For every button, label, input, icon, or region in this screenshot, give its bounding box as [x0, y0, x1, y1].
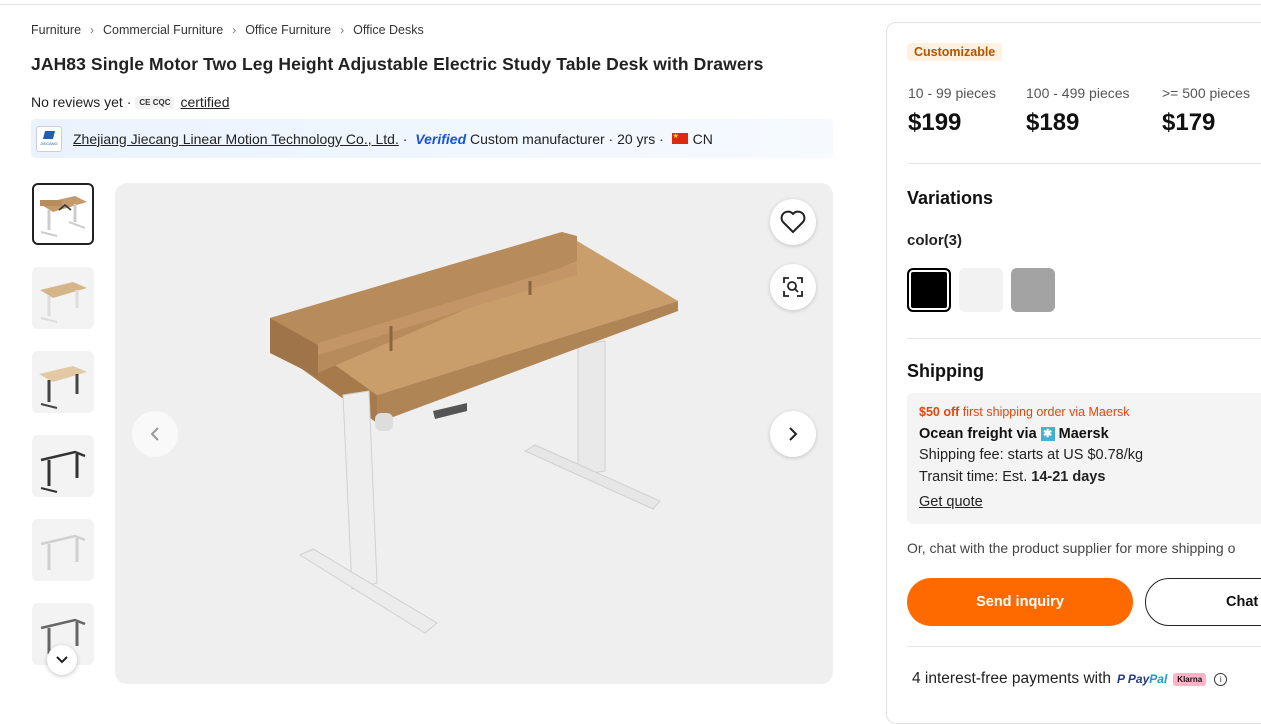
chat-button[interactable]: Chat: [1145, 578, 1261, 626]
breadcrumb-item[interactable]: Commercial Furniture: [103, 23, 223, 37]
product-title: JAH83 Single Motor Two Leg Height Adjust…: [31, 54, 764, 74]
divider: [907, 338, 1261, 339]
verified-badge: Verified: [415, 130, 467, 147]
breadcrumb-item[interactable]: Office Furniture: [245, 23, 331, 37]
china-flag-icon: [671, 132, 688, 144]
certification-icon: CE CQC: [135, 95, 175, 109]
chevron-right-icon: ›: [232, 23, 237, 37]
payments-text: 4 interest-free payments with: [912, 670, 1112, 687]
tier-quantity: >= 500 pieces: [1162, 85, 1250, 101]
transit-time: Transit time: Est. 14-21 days: [919, 469, 1106, 485]
image-search-icon: [783, 277, 803, 297]
breadcrumb-item[interactable]: Furniture: [31, 23, 81, 37]
chevron-right-icon: ›: [340, 23, 345, 37]
color-swatch-grey[interactable]: [1011, 268, 1055, 312]
supplier-logo[interactable]: JIECANG: [36, 125, 62, 152]
chevron-right-icon: [789, 427, 798, 441]
shipping-fee: Shipping fee: starts at US $0.78/kg: [919, 447, 1144, 463]
next-image-button[interactable]: [770, 411, 816, 457]
separator: ·: [398, 130, 412, 147]
shipping-method: Ocean freight via ✱ Maersk: [919, 426, 1109, 442]
tier-price: $199: [908, 109, 962, 136]
breadcrumb-item[interactable]: Office Desks: [353, 23, 424, 37]
desk-thumbnail-icon: [40, 282, 87, 323]
image-search-button[interactable]: [770, 264, 816, 310]
payments-row: 4 interest-free payments with P PayPal K…: [912, 670, 1228, 688]
klarna-logo-icon: Klarna: [1173, 672, 1207, 686]
desk-thumbnail-icon: [40, 196, 87, 237]
reviews-text: No reviews yet ·: [31, 94, 132, 110]
info-icon[interactable]: i: [1214, 672, 1228, 686]
maersk-star-icon: ✱: [1040, 427, 1055, 441]
shipping-promo: $50 off first shipping order via Maersk: [919, 405, 1130, 419]
color-label: color(3): [907, 232, 963, 249]
gallery-thumbnail[interactable]: [32, 519, 94, 581]
customizable-badge: Customizable: [907, 43, 1003, 61]
tier-price: $189: [1026, 109, 1080, 136]
tier-price: $179: [1162, 109, 1216, 136]
standing-desk-image: [270, 232, 678, 634]
get-quote-link[interactable]: Get quote: [919, 494, 983, 510]
paypal-logo-icon: P PayPal: [1117, 672, 1168, 686]
price-tier: >= 500 pieces $179: [1162, 85, 1250, 137]
color-swatch-white[interactable]: [959, 268, 1003, 312]
gallery-thumbnail[interactable]: [32, 435, 94, 497]
previous-image-button[interactable]: [132, 411, 178, 457]
thumbnails-scroll-down-button[interactable]: [47, 645, 77, 675]
variations-title: Variations: [907, 188, 994, 208]
shipping-title: Shipping: [907, 361, 984, 381]
desk-frame-thumbnail-icon: [40, 450, 86, 493]
chat-note: Or, chat with the product supplier for m…: [907, 540, 1236, 556]
chevron-down-icon: [56, 656, 68, 664]
gallery-thumbnail[interactable]: [32, 267, 94, 329]
top-divider: [0, 4, 1261, 5]
main-product-image[interactable]: [115, 183, 833, 684]
chevron-left-icon: [150, 427, 159, 441]
supplier-type: Custom manufacturer · 20 yrs ·: [466, 130, 668, 147]
favorite-button[interactable]: [770, 199, 816, 245]
heart-icon: [780, 210, 806, 233]
color-swatch-black[interactable]: [907, 268, 951, 312]
supplier-name-link[interactable]: Zhejiang Jiecang Linear Motion Technolog…: [73, 131, 399, 147]
tier-quantity: 100 - 499 pieces: [1026, 85, 1130, 101]
certified-link[interactable]: certified: [180, 94, 229, 110]
reviews-row: No reviews yet · CE CQC certified: [31, 94, 230, 110]
supplier-country: CN: [692, 130, 713, 147]
breadcrumb: Furniture › Commercial Furniture › Offic…: [31, 23, 424, 37]
send-inquiry-button[interactable]: Send inquiry: [907, 578, 1133, 626]
price-tier: 10 - 99 pieces $199: [908, 85, 996, 137]
divider: [907, 646, 1261, 647]
gallery-thumbnail[interactable]: [32, 183, 94, 245]
desk-frame-thumbnail-icon: [40, 534, 86, 570]
chevron-right-icon: ›: [90, 23, 95, 37]
divider: [907, 163, 1261, 164]
price-tier: 100 - 499 pieces $189: [1026, 85, 1130, 137]
gallery-thumbnail[interactable]: [32, 351, 94, 413]
tier-quantity: 10 - 99 pieces: [908, 85, 996, 101]
desk-thumbnail-icon: [39, 366, 87, 409]
supplier-bar: JIECANG Zhejiang Jiecang Linear Motion T…: [31, 119, 833, 158]
